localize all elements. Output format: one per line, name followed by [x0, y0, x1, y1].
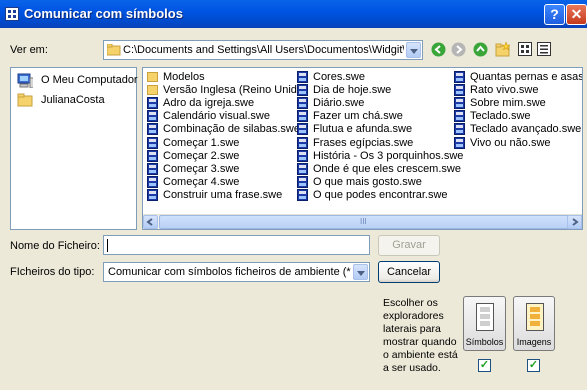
look-in-label: Ver em: — [10, 44, 48, 56]
swe-file-icon — [297, 188, 308, 201]
swe-file-icon — [297, 84, 308, 97]
chevron-down-icon[interactable] — [353, 264, 368, 280]
file-name: Rato vivo.swe — [470, 84, 539, 97]
my-computer-icon — [17, 73, 33, 88]
file-name: Flutua e afunda.swe — [313, 123, 413, 136]
folder-icon — [147, 72, 158, 82]
chevron-down-icon[interactable] — [406, 42, 421, 58]
filename-label: Nome do Ficheiro: — [10, 240, 100, 252]
swe-file-icon — [297, 149, 308, 162]
swe-file-icon — [147, 110, 158, 123]
file-name: Versão Inglesa (Reino Unido) — [163, 84, 307, 97]
explorers-description: Escolher os exploradores laterais para m… — [383, 297, 458, 374]
swe-file-icon — [147, 97, 158, 110]
filename-input[interactable] — [103, 235, 370, 255]
place-label: O Meu Computador — [41, 74, 138, 86]
icon-view-icon[interactable] — [518, 42, 533, 57]
swe-file-icon — [297, 71, 308, 83]
file-name: Adro da igreja.swe — [163, 97, 255, 110]
file-name: Vivo ou não.swe — [470, 136, 551, 149]
close-button[interactable]: ✕ — [566, 4, 587, 25]
images-panel-icon — [526, 303, 544, 331]
window-title: Comunicar com símbolos — [24, 6, 183, 21]
swe-file-icon — [147, 188, 158, 201]
forward-icon[interactable] — [451, 42, 466, 57]
file-name: Começar 4.swe — [163, 175, 240, 188]
file-name: Dia de hoje.swe — [313, 84, 392, 97]
folder-icon — [147, 85, 158, 96]
swe-file-icon — [147, 123, 158, 136]
swe-file-icon — [297, 162, 308, 175]
swe-file-icon — [297, 97, 308, 110]
swe-file-icon — [297, 136, 308, 149]
swe-file-icon — [147, 149, 158, 162]
scroll-left-button[interactable] — [143, 215, 158, 229]
file-list-panel[interactable]: Modelos Versão Inglesa (Reino Unido) Adro … — [142, 67, 583, 230]
swe-file-icon — [297, 123, 308, 136]
filetype-label: FIcheiros do tipo: — [10, 266, 95, 278]
swe-file-icon — [147, 136, 158, 149]
swe-file-icon — [454, 123, 465, 136]
file-name: Quantas pernas e asas.swe — [470, 71, 583, 83]
folder-icon — [17, 93, 33, 107]
file-name: Modelos — [163, 71, 205, 83]
list-view-icon[interactable] — [537, 42, 552, 57]
back-icon[interactable] — [431, 42, 446, 57]
scrollbar-thumb[interactable]: III — [159, 215, 582, 229]
save-button[interactable]: Gravar — [378, 235, 440, 256]
file-name: Onde é que eles crescem.swe — [313, 162, 461, 175]
file-name: Teclado avançado.swe — [470, 123, 582, 136]
cancel-button[interactable]: Cancelar — [378, 261, 440, 283]
help-button[interactable]: ? — [544, 4, 565, 25]
swe-file-icon — [454, 110, 465, 123]
symbols-label: Símbolos — [465, 337, 504, 347]
file-name: Cores.swe — [313, 71, 365, 83]
file-name: Sobre mim.swe — [470, 97, 546, 110]
symbols-panel-icon — [476, 303, 494, 331]
symbols-checkbox[interactable]: ✓ — [478, 359, 491, 372]
thumb-grip: III — [360, 217, 367, 226]
chevron-left-icon — [146, 218, 153, 226]
file-name: Teclado.swe — [470, 110, 531, 123]
file-name: Diário.swe — [313, 97, 365, 110]
swe-file-icon — [147, 162, 158, 175]
file-name: O que podes encontrar.swe — [313, 188, 448, 201]
swe-file-icon — [147, 175, 158, 188]
new-folder-icon[interactable] — [495, 42, 510, 57]
file-name: Construir uma frase.swe — [163, 188, 283, 201]
file-name: O que mais gosto.swe — [313, 175, 422, 188]
images-explorer-tile[interactable]: Imagens — [513, 296, 555, 351]
file-name: Começar 2.swe — [163, 149, 240, 162]
file-name: Começar 3.swe — [163, 162, 240, 175]
file-name: Frases egípcias.swe — [313, 136, 414, 149]
up-folder-icon[interactable] — [473, 42, 488, 57]
look-in-combo[interactable]: C:\Documents and Settings\All Users\Docu… — [103, 40, 423, 60]
look-in-path: C:\Documents and Settings\All Users\Docu… — [123, 44, 404, 56]
places-panel: O Meu Computador JulianaCosta — [10, 67, 138, 230]
file-name: Calendário visual.swe — [163, 110, 270, 123]
scroll-right-button[interactable] — [567, 215, 582, 229]
horizontal-scrollbar[interactable]: III — [143, 214, 582, 229]
swe-file-icon — [454, 71, 465, 83]
place-label: JulianaCosta — [41, 94, 105, 106]
swe-file-icon — [297, 175, 308, 188]
swe-file-icon — [297, 110, 308, 123]
swe-file-icon — [454, 97, 465, 110]
symbols-explorer-tile[interactable]: Símbolos — [463, 296, 506, 351]
file-name: Começar 1.swe — [163, 136, 240, 149]
file-name: História - Os 3 porquinhos.swe — [313, 149, 464, 162]
title-bar: Comunicar com símbolos ? ✕ — [0, 0, 587, 28]
filetype-combo[interactable]: Comunicar com símbolos ficheiros de ambi… — [103, 262, 370, 282]
folder-icon — [107, 44, 121, 56]
app-grid-icon — [5, 7, 19, 21]
swe-file-icon — [454, 136, 465, 149]
chevron-right-icon — [572, 218, 579, 226]
file-name: Combinação de silabas.swe — [163, 123, 300, 136]
images-label: Imagens — [516, 337, 552, 347]
file-name: Fazer um chá.swe — [313, 110, 403, 123]
swe-file-icon — [454, 84, 465, 97]
images-checkbox[interactable]: ✓ — [527, 359, 540, 372]
filetype-value: Comunicar com símbolos ficheiros de ambi… — [108, 266, 351, 278]
